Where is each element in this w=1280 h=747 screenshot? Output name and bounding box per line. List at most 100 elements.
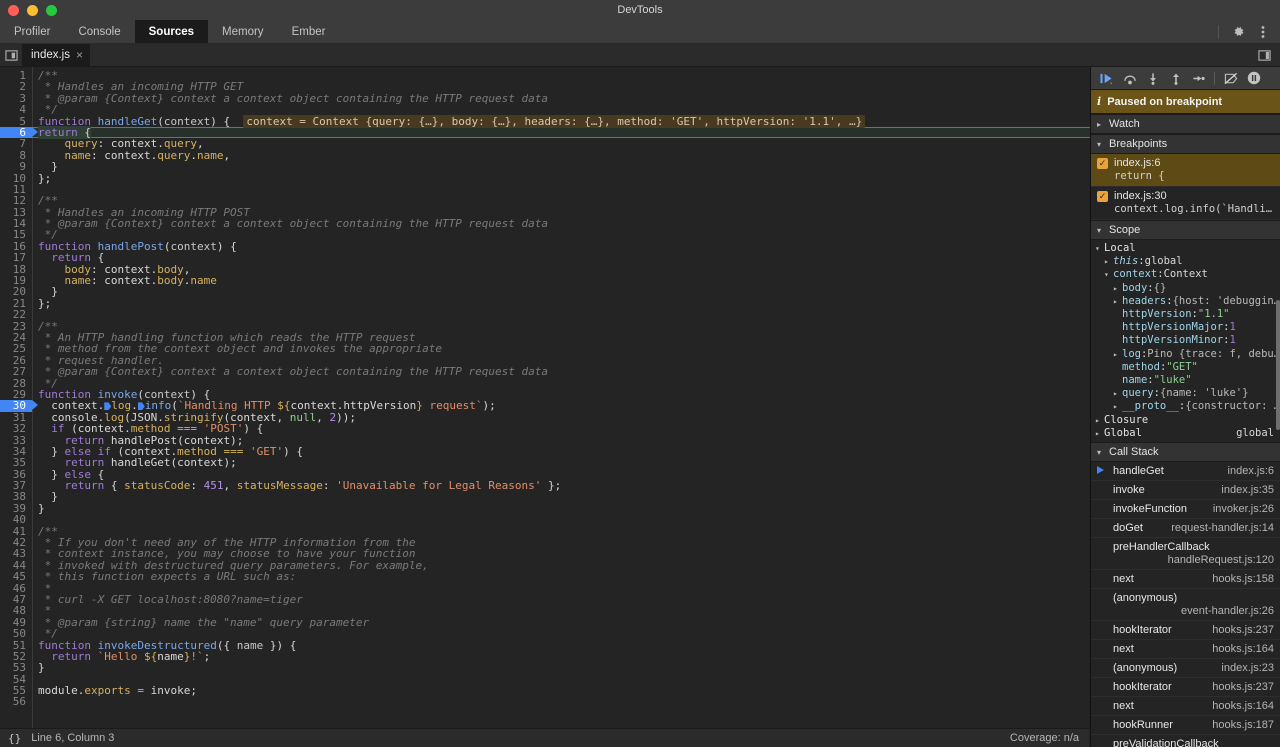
code-line: 5 function handleGet(context) { context =… [0, 114, 1090, 128]
scope-node-query[interactable]: query: {name: 'luke'} [1091, 387, 1280, 400]
scope-node-httpVersion[interactable]: httpVersion: "1.1" [1091, 308, 1280, 321]
section-watch[interactable]: Watch [1091, 114, 1280, 134]
scope-node-value: "luke" [1153, 374, 1192, 387]
step-out-of-current-function-icon[interactable] [1165, 69, 1186, 88]
frame-location: hooks.js:164 [1212, 643, 1274, 656]
breakpoint-item[interactable]: ✓ index.js:30 context.log.info(`Handli… [1091, 187, 1280, 220]
breakpoint-checkbox[interactable]: ✓ [1097, 157, 1108, 169]
pretty-print-icon[interactable]: {} [0, 732, 31, 745]
tab-console[interactable]: Console [64, 20, 134, 43]
breakpoint-source-snippet: context.log.info(`Handli… [1114, 203, 1273, 215]
call-stack-frame[interactable]: (anonymous) event-handler.js:26 [1091, 589, 1280, 622]
call-stack-frame[interactable]: (anonymous) index.js:23 [1091, 659, 1280, 679]
scope-node-proto[interactable]: __proto__: {constructor: … [1091, 400, 1280, 413]
tab-sources[interactable]: Sources [134, 20, 209, 43]
gear-icon[interactable] [1228, 23, 1248, 41]
close-window-button[interactable] [8, 4, 19, 16]
deactivate-breakpoints-icon[interactable] [1220, 69, 1241, 88]
call-stack-frame[interactable]: handleGet index.js:6 [1091, 462, 1280, 482]
scope-node-httpVersionMajor[interactable]: httpVersionMajor: 1 [1091, 321, 1280, 334]
call-stack-frame[interactable]: preValidationCallback handleRequest.js:9… [1091, 735, 1280, 747]
source-code-editor[interactable]: 1/** 2 * Handles an incoming HTTP GET 3 … [0, 67, 1090, 747]
call-stack-frame[interactable]: invokeFunction invoker.js:26 [1091, 500, 1280, 520]
panel-toolbar-actions [1214, 20, 1280, 43]
window-title: DevTools [617, 4, 663, 16]
scope-node-log[interactable]: log: Pino {trace: f, debu… [1091, 348, 1280, 361]
scope-global-root[interactable]: Global global [1091, 427, 1280, 440]
step-over-next-function-call-icon[interactable] [1119, 69, 1140, 88]
scope-local-root[interactable]: Local [1091, 242, 1280, 255]
show-navigator-icon[interactable] [0, 44, 22, 66]
section-breakpoints[interactable]: Breakpoints [1091, 134, 1280, 154]
scope-node-value: "GET" [1166, 360, 1198, 373]
frame-function: next [1113, 643, 1134, 656]
chevron-right-icon [1095, 414, 1104, 427]
scope-node-value: {constructor: … [1185, 400, 1280, 413]
close-icon[interactable]: × [76, 49, 83, 61]
call-stack-frame[interactable]: preHandlerCallback handleRequest.js:120 [1091, 538, 1280, 571]
frame-function: handleGet [1113, 465, 1164, 478]
code-line: 52 return `Hello ${name}!`; [12, 649, 211, 663]
frame-function: (anonymous) [1113, 592, 1178, 605]
code-line: 40 [12, 513, 26, 527]
call-stack-frame[interactable]: next hooks.js:158 [1091, 570, 1280, 590]
call-stack-frame[interactable]: invoke index.js:35 [1091, 481, 1280, 501]
call-stack-frame[interactable]: hookIterator hooks.js:237 [1091, 678, 1280, 698]
chevron-right-icon [1113, 400, 1122, 413]
frame-location: index.js:35 [1221, 484, 1274, 497]
scope-node-context[interactable]: context: Context [1091, 268, 1280, 281]
scope-node-value: Pino {trace: f, debu… [1147, 347, 1280, 360]
call-stack-frame[interactable]: next hooks.js:164 [1091, 640, 1280, 660]
scope-node-value: 1 [1229, 321, 1236, 334]
section-call-stack[interactable]: Call Stack [1091, 442, 1280, 463]
scope-node-name: httpVersion [1122, 308, 1192, 321]
frame-location: request-handler.js:14 [1171, 522, 1274, 535]
call-stack-frame[interactable]: next hooks.js:164 [1091, 697, 1280, 717]
pause-on-exceptions-icon[interactable] [1243, 69, 1264, 88]
maximize-window-button[interactable] [46, 4, 57, 16]
scope-node-headers[interactable]: headers: {host: 'debuggin… [1091, 295, 1280, 308]
scope-tree: Local this: global context: Context body… [1091, 240, 1280, 443]
chevron-right-icon [1113, 348, 1122, 361]
step-icon[interactable] [1188, 69, 1209, 88]
cursor-position: Line 6, Column 3 [31, 732, 115, 744]
tab-profiler[interactable]: Profiler [0, 20, 64, 43]
scope-node-method[interactable]: method: "GET" [1091, 361, 1280, 374]
inline-breakpoint-marker[interactable] [137, 402, 145, 411]
breakpoint-checkbox[interactable]: ✓ [1097, 190, 1108, 202]
code-line: 9 } [19, 160, 58, 174]
scope-node-value: {name: 'luke'} [1159, 387, 1249, 400]
scope-node-this[interactable]: this: global [1091, 255, 1280, 268]
show-debugger-sidebar-icon[interactable] [1254, 46, 1274, 64]
sidebar-scrollbar[interactable] [1276, 300, 1280, 430]
tab-ember[interactable]: Ember [278, 20, 340, 43]
more-vertical-icon[interactable] [1253, 23, 1273, 41]
call-stack-frame[interactable]: hookRunner hooks.js:187 [1091, 716, 1280, 736]
resume-script-execution-icon[interactable] [1096, 69, 1117, 88]
scope-closure-root[interactable]: Closure [1091, 414, 1280, 427]
minimize-window-button[interactable] [27, 4, 38, 16]
frame-function: hookIterator [1113, 681, 1172, 694]
code-line: 45 * this function expects a URL such as… [12, 570, 297, 584]
call-stack-frame[interactable]: hookIterator hooks.js:237 [1091, 621, 1280, 641]
tab-memory[interactable]: Memory [208, 20, 278, 43]
section-scope-label: Scope [1109, 224, 1141, 236]
code-line: 53} [12, 661, 45, 675]
editor-tab-index-js[interactable]: index.js × [22, 44, 91, 66]
step-into-next-function-call-icon[interactable] [1142, 69, 1163, 88]
breakpoint-gutter-marker[interactable]: 30 [0, 400, 38, 412]
code-line: 49 * @param {string} name the "name" que… [12, 615, 370, 629]
scope-node-name: method [1122, 360, 1160, 373]
breakpoint-item[interactable]: ✓ index.js:6 return { [1091, 154, 1280, 187]
call-stack-frame[interactable]: doGet request-handler.js:14 [1091, 519, 1280, 539]
paused-banner-text: Paused on breakpoint [1107, 95, 1223, 108]
section-scope[interactable]: Scope [1091, 220, 1280, 240]
toolbar-divider [1218, 24, 1219, 39]
inline-value-preview[interactable]: context = Context {query: {…}, body: {…}… [243, 114, 866, 128]
code-line: 19 name: context.body.name [12, 274, 217, 288]
frame-function: hookRunner [1113, 719, 1173, 732]
scope-node-name[interactable]: name: "luke" [1091, 374, 1280, 387]
breakpoint-gutter-marker[interactable]: 6 [0, 127, 38, 138]
scope-node-body[interactable]: body: {} [1091, 282, 1280, 295]
scope-node-httpVersionMinor[interactable]: httpVersionMinor: 1 [1091, 334, 1280, 347]
